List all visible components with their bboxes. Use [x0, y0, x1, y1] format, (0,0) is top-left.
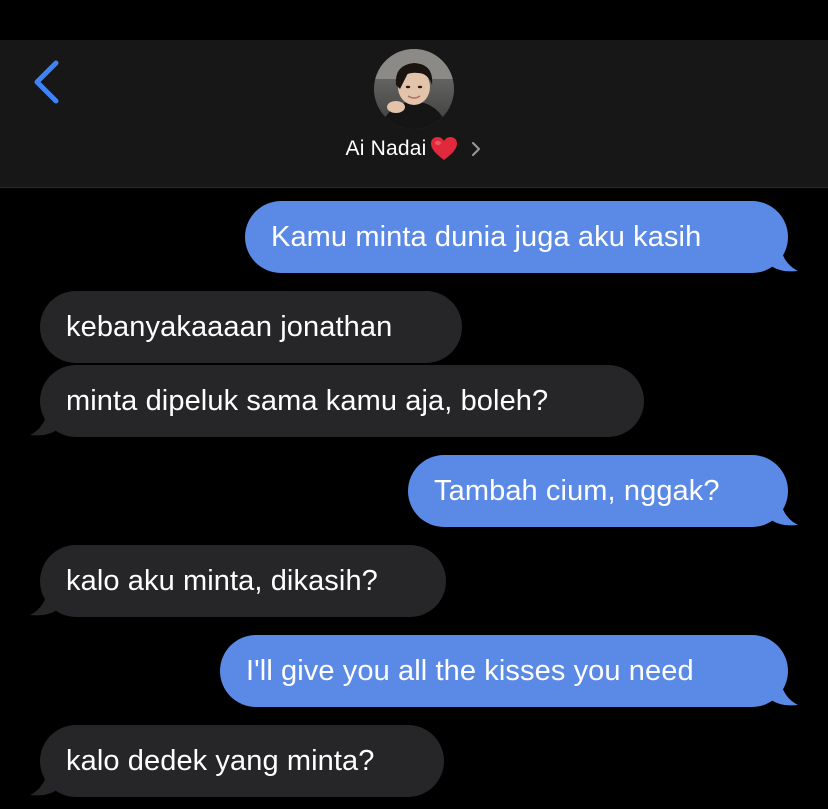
contact-avatar[interactable]: [374, 49, 454, 129]
bubble-tail: [770, 497, 798, 526]
bubble-tail: [770, 677, 798, 706]
conversation-header: Ai Nadai: [0, 40, 828, 188]
message-bubble-incoming[interactable]: kalo dedek yang minta?: [40, 725, 444, 797]
message-bubble-incoming[interactable]: kebanyakaaaan jonathan: [40, 291, 462, 363]
contact-details-link[interactable]: Ai Nadai: [0, 136, 828, 172]
contact-name: Ai Nadai: [345, 137, 427, 160]
message-bubble-outgoing[interactable]: I'll give you all the kisses you need: [220, 635, 788, 707]
message-bubble-outgoing[interactable]: Kamu minta dunia juga aku kasih: [245, 201, 788, 273]
back-button[interactable]: [26, 58, 70, 106]
red-heart-icon: [430, 136, 458, 162]
message-bubble-incoming[interactable]: kalo aku minta, dikasih?: [40, 545, 446, 617]
message-text: I'll give you all the kisses you need: [246, 654, 694, 687]
chevron-right-icon: [470, 139, 482, 159]
status-bar-area: [0, 0, 828, 40]
message-text: kalo dedek yang minta?: [66, 744, 375, 777]
avatar-photo: [374, 49, 454, 129]
bubble-tail: [770, 243, 798, 272]
bubble-tail: [30, 587, 58, 616]
chevron-left-icon: [34, 60, 59, 104]
message-text: kalo aku minta, dikasih?: [66, 564, 378, 597]
message-text: Tambah cium, nggak?: [434, 474, 720, 507]
message-bubble-incoming[interactable]: minta dipeluk sama kamu aja, boleh?: [40, 365, 644, 437]
message-text: Kamu minta dunia juga aku kasih: [271, 220, 702, 253]
bubble-tail: [30, 767, 58, 796]
message-text: kebanyakaaaan jonathan: [66, 310, 393, 343]
bubble-tail: [30, 407, 58, 436]
message-bubble-outgoing[interactable]: Tambah cium, nggak?: [408, 455, 788, 527]
message-text: minta dipeluk sama kamu aja, boleh?: [66, 384, 549, 417]
